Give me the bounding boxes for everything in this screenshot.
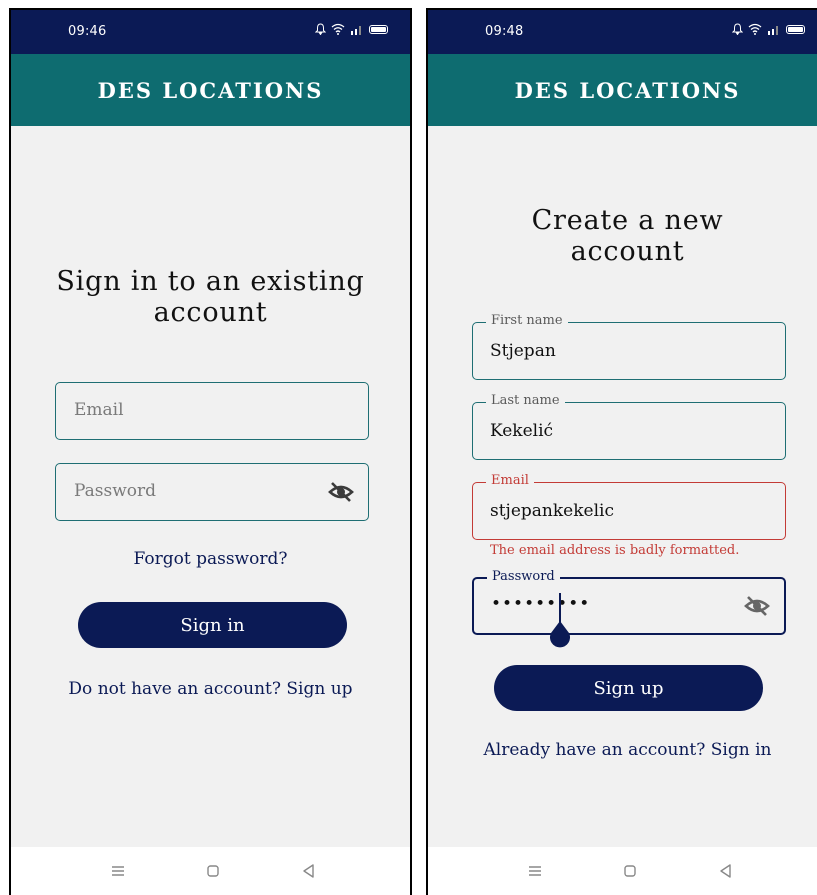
wifi-icon <box>748 23 762 35</box>
eye-off-icon[interactable] <box>328 481 354 503</box>
status-bar: 09:46 <box>11 10 410 54</box>
page-title-line1: Create a new <box>531 205 724 236</box>
menu-icon[interactable] <box>525 861 545 881</box>
email-value: stjepankekelic <box>490 501 614 521</box>
signal-icon <box>768 26 778 35</box>
sign-in-screen: 09:46 DES LOCATIONS Sign in to an existi… <box>9 8 412 895</box>
email-field[interactable]: Email <box>55 382 369 440</box>
page-title-line1: Sign in to an existing <box>56 266 365 297</box>
page-title: Sign in to an existing account <box>11 266 410 328</box>
sign-up-screen: 09:48 DES LOCATIONS Create a new account… <box>426 8 817 895</box>
email-label: Email <box>486 473 534 489</box>
first-name-value: Stjepan <box>490 341 556 361</box>
home-icon[interactable] <box>203 861 223 881</box>
password-label: Password <box>487 569 560 585</box>
menu-icon[interactable] <box>108 861 128 881</box>
password-placeholder: Password <box>74 481 157 501</box>
password-field[interactable]: Password <box>55 463 369 521</box>
sign-in-button[interactable]: Sign in <box>78 602 347 648</box>
password-field[interactable]: Password ••••••••• <box>472 569 786 648</box>
sign-in-link[interactable]: Already have an account? Sign in <box>428 740 817 760</box>
last-name-field[interactable]: Last name Kekelić <box>472 393 786 460</box>
text-cursor-handle[interactable] <box>548 593 572 651</box>
battery-icon <box>369 24 388 34</box>
navigation-bar <box>428 847 817 895</box>
bell-icon <box>732 23 743 35</box>
back-icon[interactable] <box>716 861 736 881</box>
first-name-field[interactable]: First name Stjepan <box>472 313 786 380</box>
signal-icon <box>351 26 361 35</box>
back-icon[interactable] <box>299 861 319 881</box>
bell-icon <box>315 23 326 35</box>
status-icons <box>315 23 388 35</box>
status-icons <box>732 23 805 35</box>
status-time: 09:48 <box>485 24 524 39</box>
app-bar-title: DES LOCATIONS <box>11 54 410 126</box>
status-bar: 09:48 <box>428 10 817 54</box>
app-bar-title: DES LOCATIONS <box>428 54 817 126</box>
first-name-label: First name <box>486 313 568 329</box>
sign-up-button[interactable]: Sign up <box>494 665 763 711</box>
eye-off-icon[interactable] <box>744 595 770 617</box>
email-error-message: The email address is badly formatted. <box>490 543 740 558</box>
home-icon[interactable] <box>620 861 640 881</box>
battery-icon <box>786 24 805 34</box>
last-name-value: Kekelić <box>490 421 554 441</box>
status-time: 09:46 <box>68 24 107 39</box>
page-title: Create a new account <box>428 205 817 267</box>
email-placeholder: Email <box>74 400 124 420</box>
password-value: ••••••••• <box>491 594 591 614</box>
last-name-label: Last name <box>486 393 565 409</box>
navigation-bar <box>11 847 410 895</box>
page-title-line2: account <box>570 236 685 267</box>
email-field[interactable]: Email stjepankekelic <box>472 473 786 540</box>
sign-up-link[interactable]: Do not have an account? Sign up <box>11 679 410 699</box>
forgot-password-link[interactable]: Forgot password? <box>11 549 410 569</box>
wifi-icon <box>331 23 345 35</box>
page-title-line2: account <box>153 297 268 328</box>
